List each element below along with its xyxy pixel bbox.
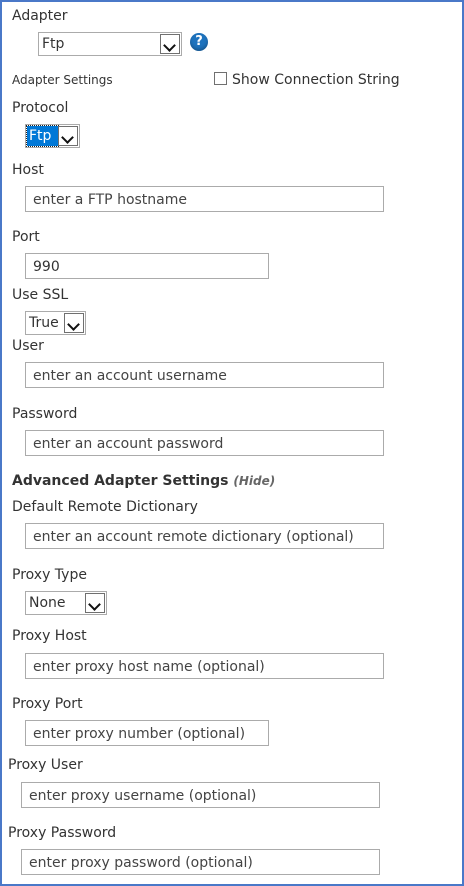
adapter-select-value: Ftp	[42, 36, 65, 52]
help-icon[interactable]: ?	[190, 33, 208, 51]
proxy-type-select[interactable]: None	[25, 591, 107, 615]
protocol-select-value: Ftp	[29, 128, 52, 144]
advanced-settings-heading: Advanced Adapter Settings (Hide)	[12, 473, 275, 489]
proxy-password-label: Proxy Password	[8, 825, 117, 841]
proxy-user-label: Proxy User	[8, 757, 83, 773]
proxy-type-label: Proxy Type	[12, 567, 87, 583]
password-label: Password	[12, 406, 78, 422]
use-ssl-select[interactable]: True	[25, 311, 86, 335]
proxy-port-label: Proxy Port	[12, 696, 83, 712]
hide-advanced-link[interactable]: (Hide)	[233, 474, 275, 488]
chevron-down-icon	[58, 126, 78, 146]
adapter-label: Adapter	[12, 8, 68, 24]
proxy-password-input[interactable]: enter proxy password (optional)	[21, 849, 380, 875]
show-connection-string-checkbox[interactable]	[214, 72, 227, 85]
port-label: Port	[12, 229, 40, 245]
default-remote-dictionary-input[interactable]: enter an account remote dictionary (opti…	[25, 523, 384, 549]
adapter-select[interactable]: Ftp	[38, 32, 182, 56]
advanced-settings-title: Advanced Adapter Settings	[12, 473, 229, 489]
proxy-type-select-value: None	[29, 595, 66, 611]
proxy-port-input[interactable]: enter proxy number (optional)	[25, 720, 269, 746]
adapter-settings-label: Adapter Settings	[12, 73, 113, 87]
chevron-down-icon	[85, 593, 105, 613]
chevron-down-icon	[64, 313, 84, 333]
proxy-host-input[interactable]: enter proxy host name (optional)	[25, 653, 384, 679]
proxy-user-input[interactable]: enter proxy username (optional)	[21, 782, 380, 808]
host-input[interactable]: enter a FTP hostname	[25, 186, 384, 212]
password-input[interactable]: enter an account password	[25, 430, 384, 456]
user-input[interactable]: enter an account username	[25, 362, 384, 388]
use-ssl-select-value: True	[29, 315, 59, 331]
protocol-select[interactable]: Ftp	[25, 124, 80, 148]
chevron-down-icon	[160, 34, 180, 54]
port-input[interactable]: 990	[25, 253, 269, 279]
default-remote-dictionary-label: Default Remote Dictionary	[12, 499, 198, 515]
protocol-label: Protocol	[12, 100, 69, 116]
use-ssl-label: Use SSL	[12, 287, 69, 303]
user-label: User	[12, 338, 44, 354]
show-connection-string-label[interactable]: Show Connection String	[232, 72, 400, 88]
host-label: Host	[12, 162, 44, 178]
proxy-host-label: Proxy Host	[12, 628, 87, 644]
